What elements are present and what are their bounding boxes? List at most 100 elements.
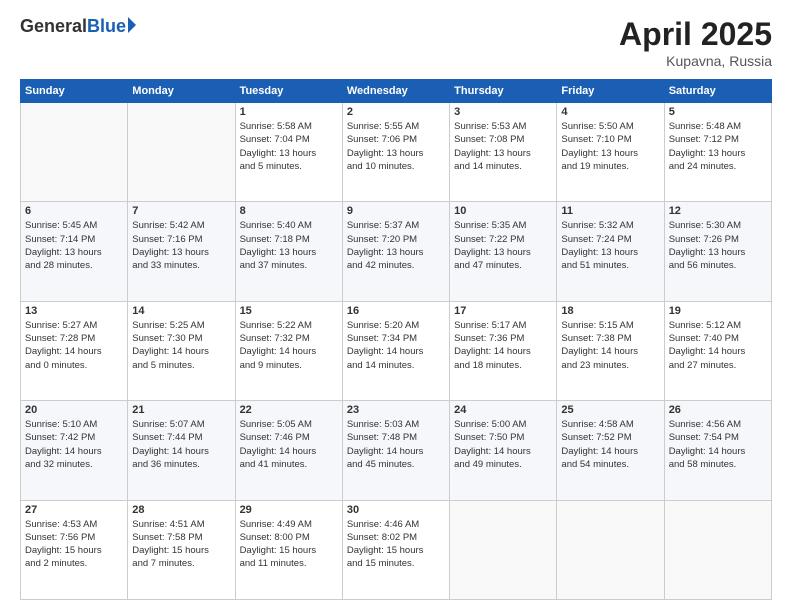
- calendar-cell: 1Sunrise: 5:58 AMSunset: 7:04 PMDaylight…: [235, 103, 342, 202]
- calendar-cell: 12Sunrise: 5:30 AMSunset: 7:26 PMDayligh…: [664, 202, 771, 301]
- day-info-line: Sunrise: 5:58 AM: [240, 120, 338, 133]
- day-info-line: and 51 minutes.: [561, 259, 659, 272]
- location: Kupavna, Russia: [619, 53, 772, 69]
- calendar-cell: [664, 500, 771, 599]
- day-info-line: Sunrise: 5:32 AM: [561, 219, 659, 232]
- day-info-line: Sunset: 8:00 PM: [240, 531, 338, 544]
- day-info-line: Daylight: 15 hours: [347, 544, 445, 557]
- day-info-line: Daylight: 14 hours: [561, 345, 659, 358]
- day-info-line: and 33 minutes.: [132, 259, 230, 272]
- day-info-line: Sunset: 7:14 PM: [25, 233, 123, 246]
- day-info-line: Sunrise: 5:20 AM: [347, 319, 445, 332]
- day-info-line: and 11 minutes.: [240, 557, 338, 570]
- day-info-line: Sunrise: 5:42 AM: [132, 219, 230, 232]
- calendar-cell: 2Sunrise: 5:55 AMSunset: 7:06 PMDaylight…: [342, 103, 449, 202]
- day-number: 8: [240, 205, 338, 217]
- day-info-line: Sunset: 7:50 PM: [454, 431, 552, 444]
- day-number: 1: [240, 106, 338, 118]
- day-info-line: and 2 minutes.: [25, 557, 123, 570]
- day-info-line: Daylight: 14 hours: [454, 445, 552, 458]
- day-info-line: and 5 minutes.: [240, 160, 338, 173]
- day-info-line: and 42 minutes.: [347, 259, 445, 272]
- day-info-line: Sunset: 7:32 PM: [240, 332, 338, 345]
- day-info-line: and 58 minutes.: [669, 458, 767, 471]
- day-info-line: Sunset: 7:52 PM: [561, 431, 659, 444]
- day-number: 26: [669, 404, 767, 416]
- calendar-cell: 19Sunrise: 5:12 AMSunset: 7:40 PMDayligh…: [664, 301, 771, 400]
- day-number: 2: [347, 106, 445, 118]
- day-info-line: and 9 minutes.: [240, 359, 338, 372]
- day-number: 29: [240, 504, 338, 516]
- day-info-line: and 7 minutes.: [132, 557, 230, 570]
- day-info-line: Daylight: 13 hours: [240, 246, 338, 259]
- calendar-cell: 17Sunrise: 5:17 AMSunset: 7:36 PMDayligh…: [450, 301, 557, 400]
- day-info-line: Sunrise: 5:22 AM: [240, 319, 338, 332]
- calendar-cell: 7Sunrise: 5:42 AMSunset: 7:16 PMDaylight…: [128, 202, 235, 301]
- day-info-line: Daylight: 14 hours: [132, 445, 230, 458]
- logo-triangle-icon: [128, 17, 136, 33]
- day-info-line: Sunrise: 5:12 AM: [669, 319, 767, 332]
- day-number: 19: [669, 305, 767, 317]
- day-info-line: Daylight: 13 hours: [561, 147, 659, 160]
- day-info-line: Sunrise: 4:46 AM: [347, 518, 445, 531]
- day-info-line: and 49 minutes.: [454, 458, 552, 471]
- day-info-line: Sunset: 7:26 PM: [669, 233, 767, 246]
- day-info-line: Sunset: 7:58 PM: [132, 531, 230, 544]
- day-number: 3: [454, 106, 552, 118]
- day-info-line: Sunset: 7:20 PM: [347, 233, 445, 246]
- day-number: 25: [561, 404, 659, 416]
- calendar-cell: 4Sunrise: 5:50 AMSunset: 7:10 PMDaylight…: [557, 103, 664, 202]
- day-info-line: Sunrise: 5:55 AM: [347, 120, 445, 133]
- day-info-line: Sunrise: 5:03 AM: [347, 418, 445, 431]
- day-info-line: Daylight: 14 hours: [240, 445, 338, 458]
- calendar-cell: [557, 500, 664, 599]
- day-info-line: Daylight: 14 hours: [25, 445, 123, 458]
- calendar-cell: 20Sunrise: 5:10 AMSunset: 7:42 PMDayligh…: [21, 401, 128, 500]
- day-info-line: Sunrise: 5:53 AM: [454, 120, 552, 133]
- day-info-line: Daylight: 14 hours: [25, 345, 123, 358]
- day-info-line: Sunrise: 5:15 AM: [561, 319, 659, 332]
- day-info-line: Daylight: 13 hours: [25, 246, 123, 259]
- day-number: 30: [347, 504, 445, 516]
- day-info-line: Sunset: 8:02 PM: [347, 531, 445, 544]
- day-info-line: Daylight: 13 hours: [132, 246, 230, 259]
- day-info-line: and 37 minutes.: [240, 259, 338, 272]
- day-info-line: Daylight: 14 hours: [669, 445, 767, 458]
- calendar-cell: 26Sunrise: 4:56 AMSunset: 7:54 PMDayligh…: [664, 401, 771, 500]
- day-info-line: Sunrise: 5:48 AM: [669, 120, 767, 133]
- day-info-line: and 14 minutes.: [347, 359, 445, 372]
- weekday-header-saturday: Saturday: [664, 80, 771, 103]
- logo: General Blue: [20, 16, 136, 37]
- day-number: 5: [669, 106, 767, 118]
- day-info-line: Sunrise: 5:10 AM: [25, 418, 123, 431]
- day-info-line: and 45 minutes.: [347, 458, 445, 471]
- day-info-line: Daylight: 15 hours: [240, 544, 338, 557]
- day-info-line: Daylight: 14 hours: [347, 345, 445, 358]
- calendar-cell: 14Sunrise: 5:25 AMSunset: 7:30 PMDayligh…: [128, 301, 235, 400]
- day-info-line: Sunset: 7:16 PM: [132, 233, 230, 246]
- calendar-cell: 24Sunrise: 5:00 AMSunset: 7:50 PMDayligh…: [450, 401, 557, 500]
- calendar-cell: 21Sunrise: 5:07 AMSunset: 7:44 PMDayligh…: [128, 401, 235, 500]
- weekday-header-thursday: Thursday: [450, 80, 557, 103]
- day-info-line: and 14 minutes.: [454, 160, 552, 173]
- day-info-line: Sunrise: 5:30 AM: [669, 219, 767, 232]
- day-info-line: Daylight: 13 hours: [454, 147, 552, 160]
- page: General Blue April 2025 Kupavna, Russia …: [0, 0, 792, 612]
- day-info-line: Sunrise: 4:56 AM: [669, 418, 767, 431]
- day-info-line: and 0 minutes.: [25, 359, 123, 372]
- day-info-line: Daylight: 14 hours: [347, 445, 445, 458]
- calendar-cell: 3Sunrise: 5:53 AMSunset: 7:08 PMDaylight…: [450, 103, 557, 202]
- day-info-line: Sunset: 7:12 PM: [669, 133, 767, 146]
- calendar-week-row: 6Sunrise: 5:45 AMSunset: 7:14 PMDaylight…: [21, 202, 772, 301]
- day-number: 21: [132, 404, 230, 416]
- day-info-line: and 15 minutes.: [347, 557, 445, 570]
- weekday-header-sunday: Sunday: [21, 80, 128, 103]
- day-number: 4: [561, 106, 659, 118]
- day-info-line: Sunset: 7:22 PM: [454, 233, 552, 246]
- day-info-line: Daylight: 13 hours: [347, 246, 445, 259]
- day-info-line: Sunset: 7:24 PM: [561, 233, 659, 246]
- weekday-header-monday: Monday: [128, 80, 235, 103]
- day-number: 13: [25, 305, 123, 317]
- calendar-cell: 18Sunrise: 5:15 AMSunset: 7:38 PMDayligh…: [557, 301, 664, 400]
- day-info-line: Sunset: 7:06 PM: [347, 133, 445, 146]
